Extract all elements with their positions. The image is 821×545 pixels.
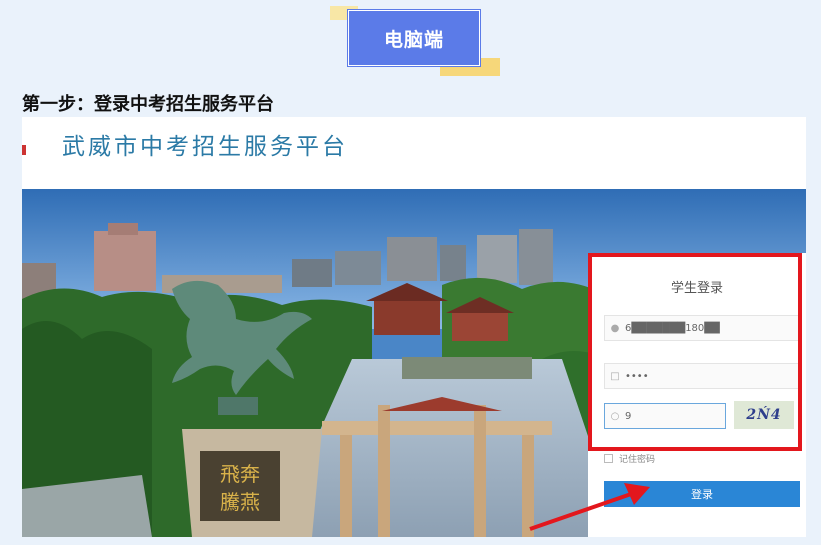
step-title: 第一步：登录中考招生服务平台 bbox=[22, 94, 274, 115]
site-screenshot: 武威市中考招生服务平台 飛奔 騰燕 学生登录 ● 6███████180██ □… bbox=[22, 117, 806, 537]
platform-badge-group: 电脑端 bbox=[330, 6, 500, 76]
pc-badge: 电脑端 bbox=[347, 9, 481, 67]
red-arrow-icon bbox=[529, 483, 650, 531]
